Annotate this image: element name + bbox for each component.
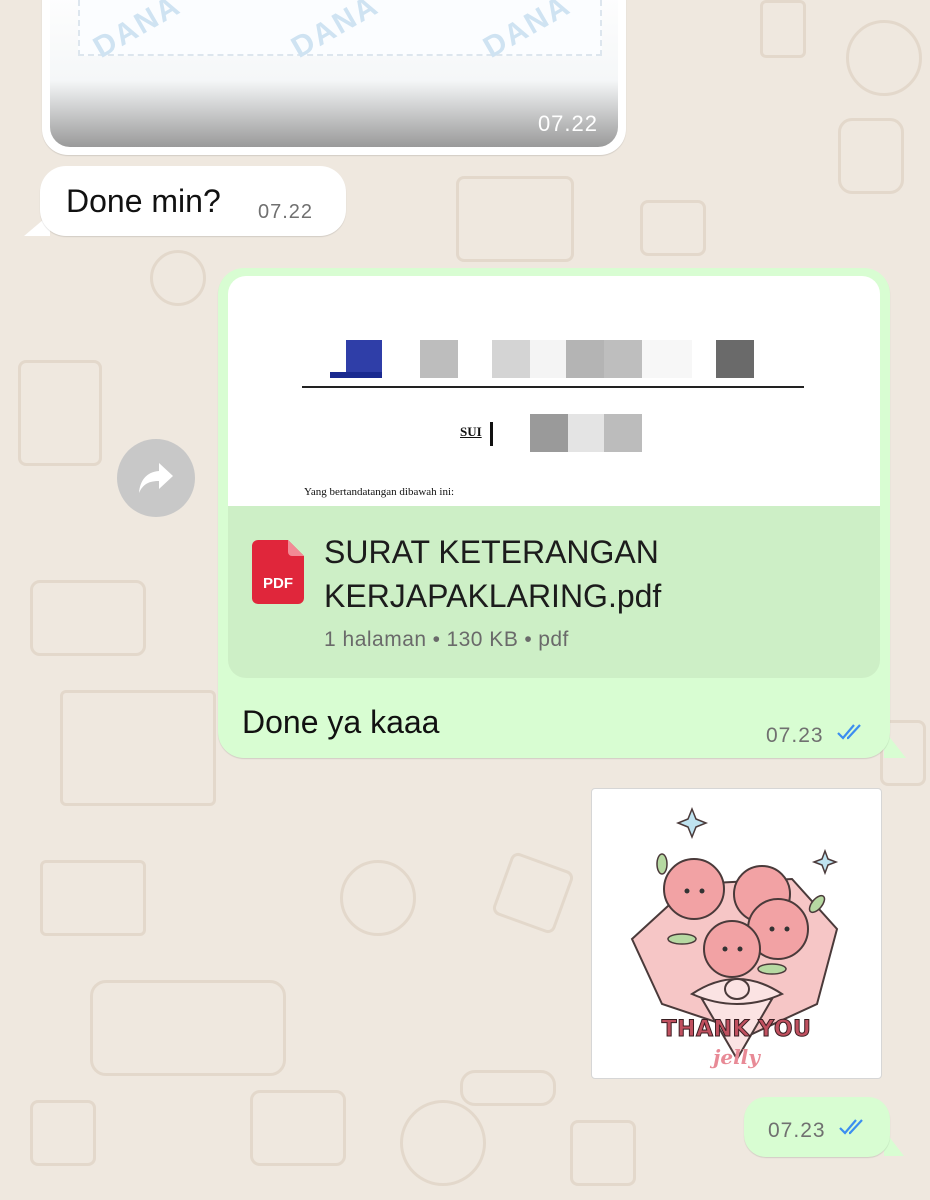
document-preview[interactable]: SUI Yang bertandatangan dibawah ini: xyxy=(228,276,880,514)
message-time: 07.22 xyxy=(537,111,598,136)
document-body-text: Yang bertandatangan dibawah ini: xyxy=(304,486,455,498)
document-file-name: SURAT KETERANGAN KERJAPAKLARING.pdf xyxy=(324,534,662,614)
redacted-block xyxy=(604,340,642,378)
message-text: Done min? xyxy=(66,183,221,219)
redacted-block xyxy=(568,414,606,452)
forward-icon xyxy=(139,463,173,493)
redacted-block xyxy=(642,340,692,378)
file-type: pdf xyxy=(538,628,569,651)
message-time: 07.23 xyxy=(766,724,824,747)
image-thumbnail[interactable]: DANA DANA DANA 07.22 xyxy=(50,0,618,147)
double-check-icon xyxy=(837,724,861,740)
thank-you-sticker[interactable]: THANK YOU jelly xyxy=(591,788,882,1079)
pdf-icon-label: PDF xyxy=(263,575,293,592)
message-time: 07.22 xyxy=(258,201,314,223)
incoming-image-message[interactable]: DANA DANA DANA 07.22 xyxy=(42,0,626,155)
document-title-fragment: SUI xyxy=(460,424,482,439)
message-time: 07.23 xyxy=(768,1119,826,1142)
sticker-timestamp-bubble: 07.23 xyxy=(744,1097,890,1157)
redacted-block xyxy=(330,372,382,378)
forward-button[interactable] xyxy=(117,439,195,517)
redacted-block xyxy=(420,340,458,378)
sticker-title: THANK YOU xyxy=(661,1017,812,1043)
page-count: 1 halaman xyxy=(324,628,427,651)
message-text: Done ya kaaa xyxy=(242,704,440,740)
pdf-file-icon: PDF xyxy=(252,540,304,604)
redacted-block xyxy=(530,414,568,452)
header-rule xyxy=(302,386,804,388)
outgoing-document-message[interactable]: SUI Yang bertandatangan dibawah ini: PDF… xyxy=(218,268,890,758)
incoming-text-message[interactable]: Done min? 07.22 xyxy=(40,166,346,236)
redacted-block xyxy=(492,340,530,378)
redacted-block xyxy=(566,340,604,378)
double-check-icon xyxy=(839,1119,863,1135)
redacted-block xyxy=(604,414,642,452)
redacted-block xyxy=(530,340,568,378)
document-meta: 1 halaman • 130 KB • pdf xyxy=(324,628,569,651)
redacted-block xyxy=(716,340,754,378)
sticker-subtitle: jelly xyxy=(713,1045,760,1069)
document-info[interactable]: PDF SURAT KETERANGAN KERJAPAKLARING.pdf … xyxy=(228,506,880,678)
text-cursor-mark xyxy=(490,422,493,446)
file-size: 130 KB xyxy=(446,628,519,651)
